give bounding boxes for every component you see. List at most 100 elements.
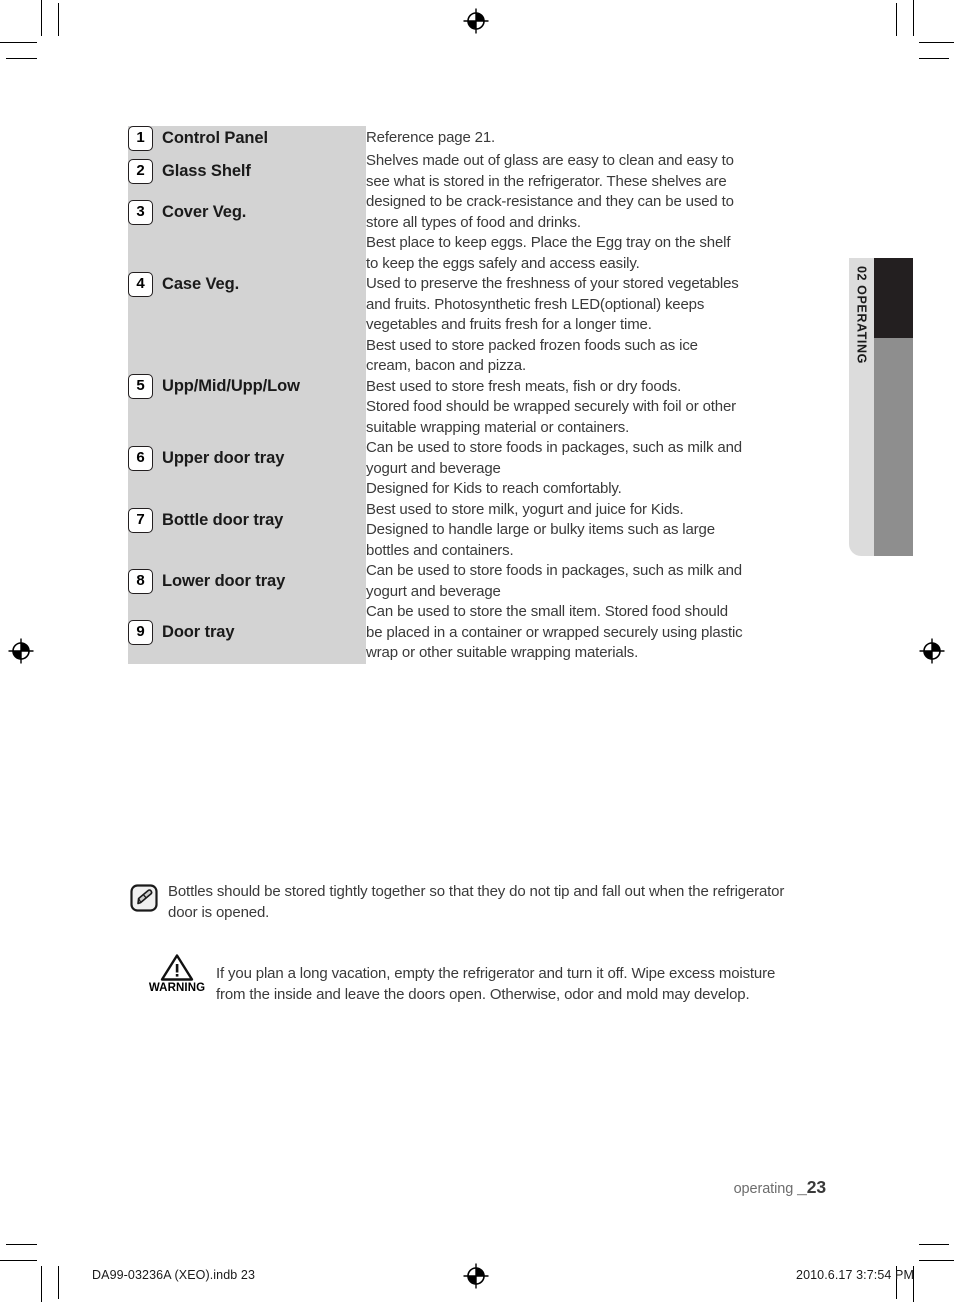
description-line: store all types of food and drinks.: [366, 213, 581, 231]
warning-triangle-icon: [160, 954, 194, 981]
crop-mark-top-left-v1: [41, 0, 42, 36]
table-row-description-cell: Shelves made out of glass are easy to cl…: [366, 151, 824, 233]
description-line: bottles and containers.: [366, 541, 514, 559]
description-line: Best used to store milk, yogurt and juic…: [366, 500, 684, 518]
item-description: Can be used to store foods in packages, …: [366, 561, 824, 602]
crop-mark-bottom-left-h1: [6, 1244, 37, 1245]
warning-icon-group: WARNING: [146, 952, 208, 994]
crop-mark-top-right-v2: [913, 0, 914, 36]
note-block: Bottles should be stored tightly togethe…: [130, 882, 830, 923]
item-description: Best used to store packed frozen foods s…: [366, 336, 824, 439]
description-line: Stored food should be wrapped securely w…: [366, 398, 737, 415]
item-description: Designed for Kids to reach comfortably. …: [366, 479, 824, 561]
print-timestamp: 2010.6.17 3:7:54 PM: [796, 1268, 914, 1282]
item-description: Can be used to store foods in packages, …: [366, 438, 824, 479]
table-row-label-cell: 1 Control Panel: [128, 126, 366, 151]
description-line: Designed to handle large or bulky items …: [366, 521, 715, 538]
table-row: 4 Case Veg. Best place to keep eggs. Pla…: [128, 233, 824, 336]
description-line: be placed in a container or wrapped secu…: [366, 623, 743, 641]
note-line: door is opened.: [168, 903, 270, 921]
item-label: Case Veg.: [162, 274, 240, 293]
description-line: Designed for Kids to reach comfortably.: [366, 480, 622, 497]
item-label: Door tray: [162, 623, 235, 642]
item-number-badge: 6: [128, 446, 153, 471]
item-description: Best place to keep eggs. Place the Egg t…: [366, 233, 824, 336]
crop-mark-bottom-left-h2: [0, 1260, 37, 1261]
item-number-badge: 4: [128, 271, 153, 297]
side-tab-label: 02 OPERATING: [854, 266, 869, 364]
description-line: suitable wrapping material or containers…: [366, 418, 630, 436]
warning-block: WARNING If you plan a long vacation, emp…: [146, 952, 836, 1005]
crop-mark-bottom-left-v2: [58, 1266, 59, 1299]
item-number-badge: 7: [128, 507, 153, 533]
item-description: Reference page 21.: [366, 128, 824, 149]
warning-line: from the inside and leave the doors open…: [216, 985, 750, 1003]
table-row-label-cell: 3 Cover Veg.: [128, 192, 366, 233]
description-line: Shelves made out of glass are easy to cl…: [366, 152, 734, 169]
description-line: to keep the eggs safely and access easil…: [366, 254, 640, 272]
item-description: Can be used to store the small item. Sto…: [366, 602, 824, 664]
crop-mark-top-right-h1: [919, 42, 954, 43]
print-file-name: DA99-03236A (XEO).indb 23: [92, 1268, 256, 1282]
side-tab-mid-band: [874, 338, 913, 556]
warning-text: If you plan a long vacation, empty the r…: [216, 952, 775, 1005]
description-line: vegetables and fruits fresh for a longer…: [366, 316, 652, 333]
item-description: Shelves made out of glass are easy to cl…: [366, 151, 824, 233]
table-row-description-cell: Can be used to store foods in packages, …: [366, 438, 824, 479]
item-number-badge: 5: [128, 374, 153, 400]
description-line: Can be used to store the small item. Sto…: [366, 603, 728, 620]
item-label: Cover Veg.: [162, 203, 247, 221]
table-row: 9 Door tray Can be used to store the sma…: [128, 602, 824, 664]
table-row: 1 Control Panel Reference page 21.: [128, 126, 824, 151]
table-row: 6 Upper door tray Can be used to store f…: [128, 438, 824, 479]
table-row-label-cell: 6 Upper door tray: [128, 438, 366, 479]
table-row-label-cell: 7 Bottle door tray: [128, 479, 366, 561]
note-pen-icon: [130, 884, 158, 912]
table-row-description-cell: Can be used to store foods in packages, …: [366, 561, 824, 602]
description-line: yogurt and beverage: [366, 459, 501, 477]
crop-mark-top-right-h2: [919, 58, 949, 59]
note-line: Bottles should be stored tightly togethe…: [168, 883, 785, 900]
table-row-description-cell: Reference page 21.: [366, 126, 824, 151]
item-label: Upp/Mid/Upp/Low: [162, 377, 300, 396]
item-label: Upper door tray: [162, 449, 285, 467]
crop-mark-top-left-h1: [0, 42, 37, 43]
crop-mark-bottom-right-h2: [919, 1260, 954, 1261]
description-line: Best place to keep eggs. Place the Egg t…: [366, 234, 731, 251]
page-number-value: 23: [806, 1177, 826, 1197]
parts-description-table: 1 Control Panel Reference page 21. 2 Gla…: [128, 126, 824, 664]
description-line: yogurt and beverage: [366, 582, 501, 600]
item-number-badge: 1: [128, 126, 153, 151]
registration-mark-top: [463, 8, 489, 34]
table-row: 7 Bottle door tray Designed for Kids to …: [128, 479, 824, 561]
description-line: designed to be crack-resistance and they…: [366, 193, 734, 210]
table-row: 8 Lower door tray Can be used to store f…: [128, 561, 824, 602]
description-line: and fruits. Photosynthetic fresh LED(opt…: [366, 295, 705, 313]
table-row-description-cell: Can be used to store the small item. Sto…: [366, 602, 824, 664]
table-row-label-cell: 5 Upp/Mid/Upp/Low: [128, 335, 366, 438]
description-line: Used to preserve the freshness of your s…: [366, 275, 739, 292]
description-line: cream, bacon and pizza.: [366, 357, 526, 374]
table-row-description-cell: Designed for Kids to reach comfortably. …: [366, 479, 824, 561]
side-section-tab: 02 OPERATING: [849, 258, 913, 556]
side-tab-text-wrap: 02 OPERATING: [849, 258, 874, 556]
note-text: Bottles should be stored tightly togethe…: [168, 882, 784, 923]
description-line: wrap or other suitable wrapping material…: [366, 644, 639, 661]
table-row: 2 Glass Shelf Shelves made out of glass …: [128, 151, 824, 233]
table-row-label-cell: 4 Case Veg.: [128, 233, 366, 336]
table-row: 5 Upp/Mid/Upp/Low Best used to store pac…: [128, 335, 824, 439]
crop-mark-bottom-left-v1: [41, 1266, 42, 1302]
item-number-badge: 3: [128, 200, 153, 225]
footer-section-label: operating: [733, 1181, 798, 1197]
side-tab-dark-band: [874, 258, 913, 338]
crop-mark-top-right-v1: [896, 3, 897, 36]
table-row-description-cell: Best place to keep eggs. Place the Egg t…: [366, 233, 824, 336]
item-number-badge: 9: [128, 620, 153, 646]
crop-mark-top-left-v2: [58, 3, 59, 36]
description-line: Best used to store fresh meats, fish or …: [366, 377, 682, 395]
table-row-label-cell: 2 Glass Shelf: [128, 151, 366, 192]
description-line: Can be used to store foods in packages, …: [366, 439, 742, 456]
description-line: Best used to store packed frozen foods s…: [366, 336, 698, 354]
page-footer: operating _23: [733, 1177, 827, 1198]
item-label: Control Panel: [162, 129, 268, 147]
